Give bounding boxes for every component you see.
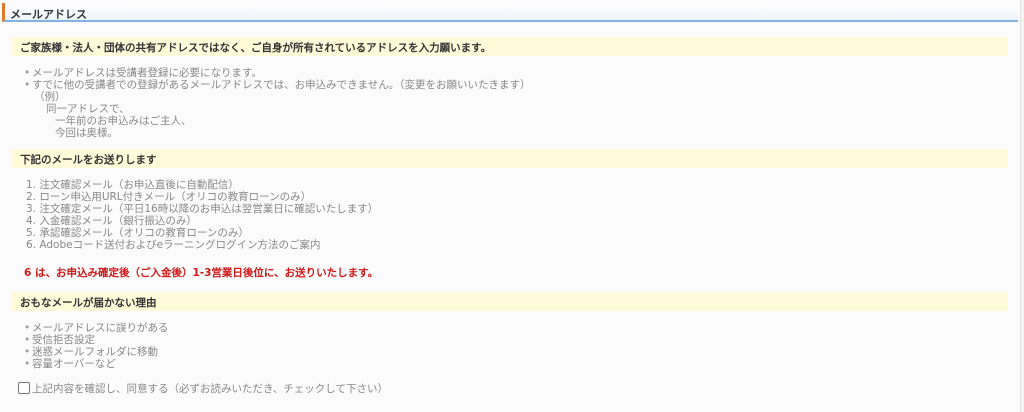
reasons-band: おもなメールが届かない理由 bbox=[12, 292, 1008, 311]
list-item: • 迷惑メールフォルダに移動 bbox=[24, 346, 158, 358]
email-section-panel: メールアドレス ご家族様・法人・団体の共有アドレスではなく、ご自身が所有されてい… bbox=[0, 0, 1021, 412]
list-item: • メールアドレスに誤りがある bbox=[24, 322, 169, 334]
list-item: 4. 入金確認メール（銀行振込のみ） bbox=[26, 215, 197, 227]
example-label: （例） bbox=[34, 91, 66, 103]
requirement-list: • メールアドレスは受講者登録に必要になります。 • すでに他の受講者での登録がある… bbox=[24, 67, 531, 91]
delivery-notice: 6 は、お申込み確定後（ご入金後）1-3営業日後位に、お送りいたします。 bbox=[24, 267, 379, 279]
section-header: メールアドレス bbox=[2, 3, 1018, 22]
bullet-icon: • bbox=[24, 358, 31, 370]
notice-title: ご家族様・法人・団体の共有アドレスではなく、ご自身が所有されているアドレスを入力… bbox=[20, 42, 492, 54]
agree-checkbox-row[interactable]: 上記内容を確認し、同意する（必ずお読みいただき、チェックして下さい） bbox=[18, 381, 388, 395]
bullet-icon: • bbox=[24, 334, 31, 346]
mail-list-title: 下記のメールをお送りします bbox=[20, 154, 157, 166]
list-item: • メールアドレスは受講者登録に必要になります。 bbox=[24, 67, 262, 79]
list-item: 2. ローン申込用URL付きメール（オリコの教育ローンのみ） bbox=[26, 191, 312, 203]
example-line: 一年前のお申込みはご主人、 bbox=[55, 115, 192, 127]
bullet-icon: • bbox=[24, 67, 31, 79]
section-title: メールアドレス bbox=[10, 8, 87, 21]
bullet-icon: • bbox=[24, 322, 31, 334]
list-item: • すでに他の受講者での登録があるメールアドレスでは、お申込みできません。（変更を… bbox=[24, 79, 531, 91]
list-item: 6. Adobeコード送付およびeラーニングログイン方法のご案内 bbox=[26, 239, 321, 251]
list-item: • 容量オーバーなど bbox=[24, 358, 116, 370]
bullet-icon: • bbox=[24, 346, 31, 358]
list-item: 1. 注文確認メール（お申込直後に自動配信） bbox=[26, 179, 239, 191]
agree-label[interactable]: 上記内容を確認し、同意する（必ずお読みいただき、チェックして下さい） bbox=[32, 381, 388, 396]
list-item: 3. 注文確定メール（平日16時以降のお申込は翌営業日に確認いたします） bbox=[26, 203, 379, 215]
example-line: 今回は奥様。 bbox=[55, 127, 118, 139]
agree-checkbox[interactable] bbox=[18, 382, 30, 394]
list-item: • 受信拒否設定 bbox=[24, 334, 95, 346]
example-line: 同一アドレスで、 bbox=[46, 103, 130, 115]
reasons-list: • メールアドレスに誤りがある • 受信拒否設定 • 迷惑メールフォルダに移動 • 容量… bbox=[24, 322, 169, 370]
bullet-icon: • bbox=[24, 79, 31, 91]
list-item: 5. 承認確認メール（オリコの教育ローンのみ） bbox=[26, 227, 249, 239]
notice-band-shared-address: ご家族様・法人・団体の共有アドレスではなく、ご自身が所有されているアドレスを入力… bbox=[12, 37, 1008, 56]
mail-list-band: 下記のメールをお送りします bbox=[12, 149, 1008, 168]
mail-list: 1. 注文確認メール（お申込直後に自動配信） 2. ローン申込用URL付きメール… bbox=[26, 179, 378, 251]
reasons-title: おもなメールが届かない理由 bbox=[20, 297, 157, 309]
